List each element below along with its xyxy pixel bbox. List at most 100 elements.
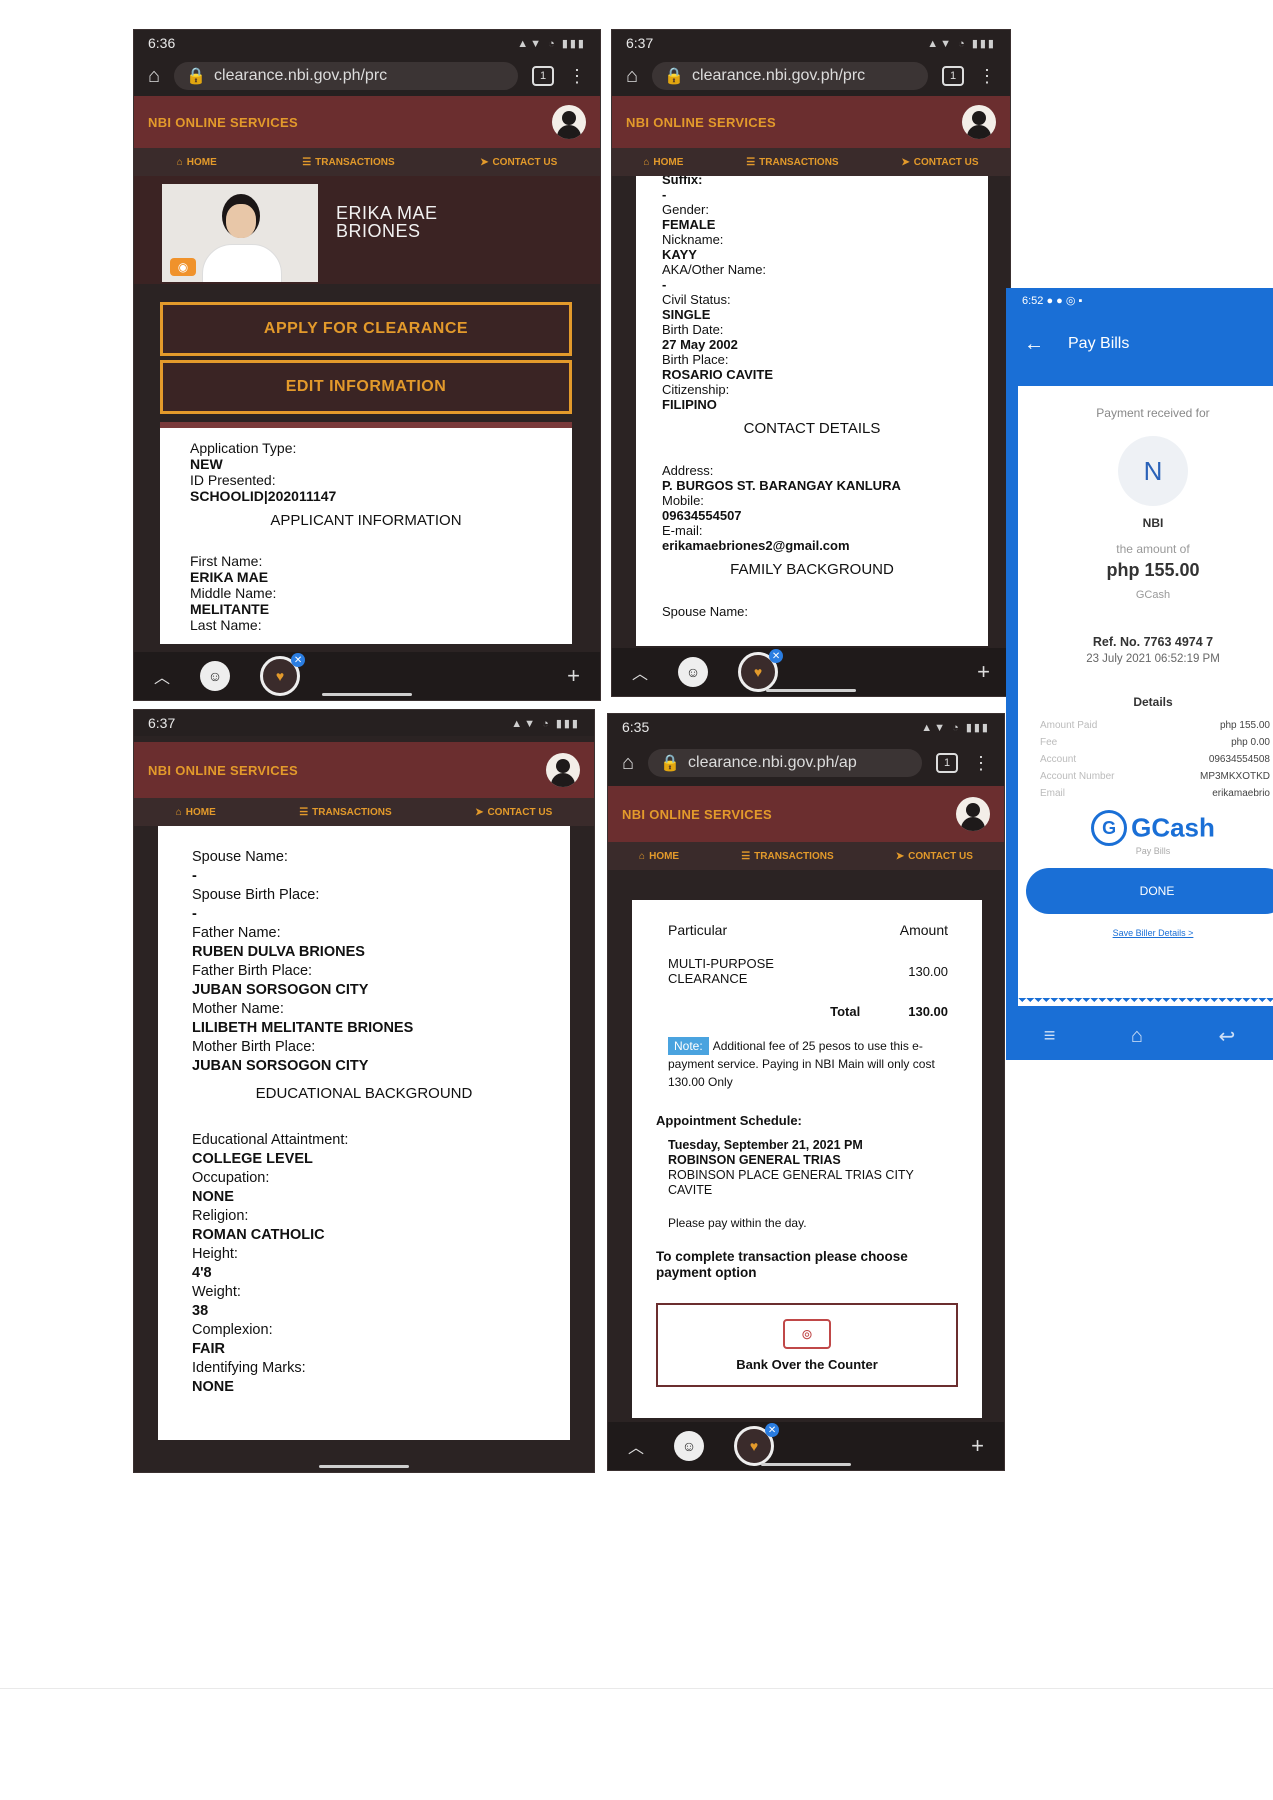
- nav-home[interactable]: ⌂ HOME: [643, 157, 683, 168]
- field-value: NONE: [192, 1379, 234, 1395]
- apply-for-clearance-button[interactable]: APPLY FOR CLEARANCE: [160, 302, 572, 356]
- field-value: KAYY: [662, 247, 697, 262]
- back-arrow-icon[interactable]: ←: [1024, 333, 1044, 356]
- field-value: SINGLE: [662, 307, 711, 322]
- home-icon[interactable]: ⌂: [622, 752, 634, 775]
- logo-sub: Pay Bills: [1135, 846, 1171, 856]
- field-label: Address:: [662, 463, 714, 478]
- messenger-bubble-icon[interactable]: ♥ ✕: [734, 1423, 780, 1466]
- close-icon[interactable]: ✕: [765, 1423, 780, 1437]
- detail-label: Email: [1040, 788, 1066, 799]
- nav-home[interactable]: ⌂ HOME: [176, 807, 216, 818]
- cash-icon: ⊚: [783, 1319, 831, 1349]
- nav-home[interactable]: ⌂ HOME: [177, 157, 217, 168]
- avatar[interactable]: [956, 797, 990, 831]
- phone-screen-profile: 6:36 ▲▼ ◔ ▮▮▮ ⌂ 🔒 clearance.nbi.gov.ph/pr…: [134, 30, 600, 700]
- home-indicator: [761, 1463, 851, 1466]
- signal-icons: ▲▼ ◔ ▮▮▮: [921, 721, 990, 734]
- home-icon[interactable]: ⌂: [148, 65, 160, 88]
- transaction-datetime: 23 July 2021 06:52:19 PM: [1086, 653, 1220, 665]
- list-icon: ☰: [299, 806, 309, 818]
- nav-transactions-label: TRANSACTIONS: [312, 806, 392, 818]
- close-icon[interactable]: ✕: [769, 649, 784, 663]
- tab-switcher-icon[interactable]: 1: [942, 66, 964, 86]
- fee-total-row: Total 130.00: [656, 986, 958, 1019]
- address-field[interactable]: 🔒 clearance.nbi.gov.ph/ap: [648, 749, 922, 777]
- plus-icon[interactable]: +: [971, 1433, 984, 1459]
- kebab-menu-icon[interactable]: ⋮: [972, 753, 990, 774]
- save-biller-link[interactable]: Save Biller Details >: [1018, 928, 1273, 938]
- field-label: Height:: [192, 1246, 238, 1262]
- field-label: First Name:: [190, 553, 263, 569]
- detail-value: MP3MKXOTKD: [1199, 771, 1270, 782]
- chevron-up-icon[interactable]: ︿: [632, 660, 648, 684]
- chat-bubble-icon[interactable]: ☺: [200, 661, 231, 691]
- avatar[interactable]: [962, 105, 996, 139]
- nav-contact[interactable]: ➤ CONTACT US: [901, 157, 978, 168]
- nav-transactions[interactable]: ☰ TRANSACTIONS: [299, 807, 391, 818]
- messenger-bubble-icon[interactable]: ♥ ✕: [260, 653, 306, 696]
- lock-icon: 🔒: [660, 755, 681, 772]
- field-label: Nickname:: [662, 232, 724, 247]
- field-label: Father Birth Place:: [192, 963, 313, 979]
- list-icon: ☰: [741, 850, 751, 862]
- chevron-up-icon[interactable]: ︿: [628, 1434, 644, 1458]
- chat-bubble-icon[interactable]: ☺: [674, 1431, 705, 1461]
- field-label: Last Name:: [190, 617, 262, 633]
- payment-summary-card: Particular Amount MULTI-PURPOSE CLEARANCE…: [632, 900, 982, 1418]
- field-value: 38: [192, 1303, 209, 1319]
- reference-number: Ref. No. 7763 4974 7: [1092, 635, 1214, 649]
- nav-home-label: HOME: [649, 850, 680, 862]
- total-amount: 130.00: [908, 1004, 948, 1019]
- biller-name: NBI: [1142, 516, 1164, 530]
- avatar[interactable]: [552, 105, 586, 139]
- kebab-menu-icon[interactable]: ⋮: [568, 66, 586, 87]
- nav-bar: ⌂ HOME ☰ TRANSACTIONS ➤ CONTACT US: [134, 798, 594, 826]
- address-field[interactable]: 🔒 clearance.nbi.gov.ph/prc: [652, 62, 928, 90]
- chat-bubble-icon[interactable]: ☺: [678, 657, 709, 687]
- family-education-card: Spouse Name: - Spouse Birth Place: - Father …: [158, 826, 570, 1440]
- bank-over-counter-option[interactable]: ⊚ Bank Over the Counter: [656, 1303, 958, 1387]
- plus-icon[interactable]: +: [567, 663, 580, 689]
- nav-contact[interactable]: ➤ CONTACT US: [475, 807, 552, 818]
- avatar[interactable]: [546, 753, 580, 787]
- tab-switcher-icon[interactable]: 1: [936, 753, 958, 773]
- nav-home[interactable]: ⌂ HOME: [639, 851, 679, 862]
- nav-transactions[interactable]: ☰ TRANSACTIONS: [741, 851, 833, 862]
- field-value: JUBAN SORSOGON CITY: [192, 1058, 369, 1074]
- field-label: Middle Name:: [190, 585, 277, 601]
- status-bar: 6:52 ● ● ◎ ▪: [1022, 295, 1083, 307]
- status-bar: 6:37 ▲▼ ◔ ▮▮▮: [612, 30, 1010, 56]
- nav-contact-label: CONTACT US: [913, 156, 979, 168]
- nav-home-label: HOME: [186, 156, 217, 168]
- nav-transactions[interactable]: ☰ TRANSACTIONS: [302, 157, 394, 168]
- kebab-menu-icon[interactable]: ⋮: [978, 66, 996, 87]
- nav-contact[interactable]: ➤ CONTACT US: [896, 851, 973, 862]
- field-value: erikamaebriones2@gmail.com: [662, 538, 850, 553]
- close-icon[interactable]: ✕: [291, 653, 306, 667]
- done-button[interactable]: DONE: [1026, 868, 1273, 914]
- nav-transactions-label: TRANSACTIONS: [759, 156, 839, 168]
- spouse-name-label: Spouse Name:: [662, 604, 748, 619]
- home-indicator: [319, 1465, 409, 1468]
- tab-switcher-icon[interactable]: 1: [532, 66, 554, 86]
- messenger-bubble-icon[interactable]: ♥ ✕: [738, 649, 784, 692]
- home-icon[interactable]: ⌂: [626, 65, 638, 88]
- house-icon: ⌂: [175, 806, 182, 818]
- detail-value: erikamaebrio: [1212, 788, 1270, 799]
- field-value: ERIKA MAE: [190, 569, 269, 585]
- edit-information-button[interactable]: EDIT INFORMATION: [160, 360, 572, 414]
- camera-icon[interactable]: ◉: [170, 258, 196, 276]
- field-label: Birth Place:: [662, 352, 729, 367]
- home-nav-icon[interactable]: ⌂: [1131, 1025, 1143, 1048]
- total-label: Total: [830, 1004, 861, 1019]
- back-nav-icon[interactable]: ↩: [1218, 1024, 1235, 1049]
- status-bar: 6:36 ▲▼ ◔ ▮▮▮: [134, 30, 600, 56]
- nav-contact[interactable]: ➤ CONTACT US: [480, 157, 557, 168]
- chevron-up-icon[interactable]: ︿: [154, 664, 170, 688]
- address-field[interactable]: 🔒 clearance.nbi.gov.ph/prc: [174, 62, 518, 90]
- menu-nav-icon[interactable]: ≡: [1044, 1025, 1056, 1048]
- nav-transactions[interactable]: ☰ TRANSACTIONS: [746, 157, 838, 168]
- browser-url-bar: ⌂ 🔒 clearance.nbi.gov.ph/ap 1 ⋮: [608, 740, 1004, 786]
- plus-icon[interactable]: +: [977, 659, 990, 685]
